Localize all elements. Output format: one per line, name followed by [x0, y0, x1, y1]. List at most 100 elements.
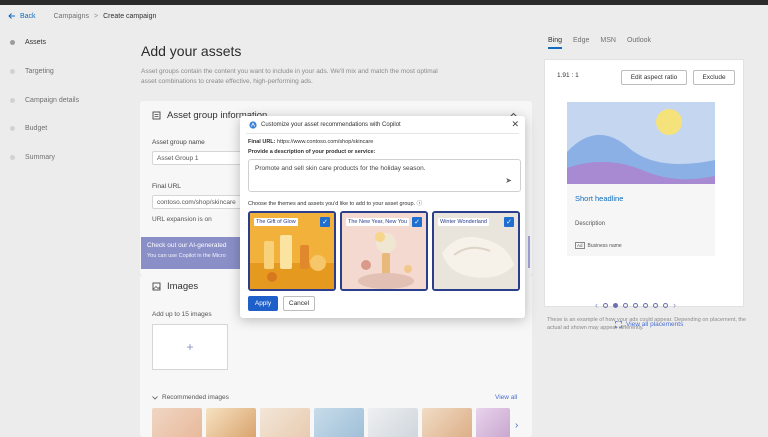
tab-edge[interactable]: Edge [573, 37, 589, 49]
ai-banner[interactable]: Check out our AI-generated You can use C… [141, 237, 241, 269]
recommended-image[interactable] [476, 408, 510, 437]
ad-preview-panel: Bing Edge MSN Outlook 1.91 : 1 Edit aspe… [540, 27, 750, 437]
step-dot [10, 155, 15, 160]
back-link[interactable]: Back [8, 12, 36, 20]
theme-label: The New Year, New You [346, 218, 410, 226]
pager-dot[interactable] [623, 302, 628, 308]
step-label: Campaign details [25, 97, 80, 104]
preview-pager: ‹ › [595, 300, 676, 310]
step-campaign-details[interactable]: Campaign details [10, 97, 79, 104]
images-title: Images [167, 281, 199, 292]
copilot-icon [249, 121, 257, 129]
view-all-images-link[interactable]: View all [495, 394, 517, 401]
info-icon[interactable]: ⓘ [417, 201, 423, 207]
edit-aspect-ratio-button[interactable]: Edit aspect ratio [621, 70, 687, 85]
images-hint: Add up to 15 images [152, 311, 212, 318]
recommended-image[interactable] [314, 408, 364, 437]
tab-bing[interactable]: Bing [548, 37, 563, 49]
exclude-button[interactable]: Exclude [693, 70, 735, 85]
final-url-label: Final URL [152, 183, 181, 190]
recommended-images-toggle[interactable]: Recommended images [152, 394, 229, 401]
step-targeting[interactable]: Targeting [10, 68, 54, 75]
image-icon [152, 282, 161, 291]
url-expansion-status: URL expansion is on [152, 216, 212, 223]
pager-dot[interactable] [603, 302, 608, 308]
step-dot [10, 69, 15, 74]
recommended-image[interactable] [152, 408, 202, 437]
theme-card-winter-wonderland[interactable]: Winter Wonderland ✓ [432, 211, 520, 291]
add-image-button[interactable]: + [152, 324, 228, 370]
copilot-dialog: Customize your asset recommendations wit… [240, 116, 525, 318]
cancel-button[interactable]: Cancel [283, 296, 315, 311]
preview-tabs: Bing Edge MSN Outlook [548, 37, 651, 49]
checkbox-checked-icon[interactable]: ✓ [504, 217, 514, 227]
checkbox-checked-icon[interactable]: ✓ [320, 217, 330, 227]
themes-prompt: Choose the themes and assets you'd like … [248, 199, 422, 207]
thumbs-next-chevron-icon[interactable]: › [515, 420, 518, 431]
final-url-value: https://www.contoso.com/shop/skincare [277, 139, 374, 145]
ad-hero-image [567, 102, 715, 184]
tab-outlook[interactable]: Outlook [627, 37, 651, 49]
step-summary[interactable]: Summary [10, 154, 55, 161]
breadcrumb-current: Create campaign [103, 12, 157, 20]
dialog-header: Customize your asset recommendations wit… [249, 121, 401, 129]
tab-msn[interactable]: MSN [600, 37, 616, 49]
recommended-image[interactable] [422, 408, 472, 437]
preview-disclaimer: These is an example of how your ads coul… [547, 317, 747, 331]
ai-banner-title: Check out our AI-generated [147, 242, 227, 249]
pager-next-icon[interactable]: › [673, 300, 676, 310]
back-label: Back [20, 12, 36, 20]
dialog-divider [246, 133, 519, 134]
ai-banner-subtitle: You can use Copilot in the Micro [147, 253, 226, 259]
pager-dot[interactable] [663, 302, 668, 308]
recommended-images-label: Recommended images [162, 394, 229, 401]
theme-card-gift-of-glow[interactable]: The Gift of Glow ✓ [248, 211, 336, 291]
step-label: Targeting [25, 68, 54, 75]
dialog-title: Customize your asset recommendations wit… [261, 122, 401, 128]
breadcrumb-campaigns[interactable]: Campaigns [54, 13, 89, 20]
description-value: Promote and sell skin care products for … [255, 165, 426, 172]
pager-prev-icon[interactable]: ‹ [595, 300, 598, 310]
pager-dots [603, 302, 668, 308]
aspect-ratio-label: 1.91 : 1 [557, 72, 579, 79]
chevron-down-icon [152, 395, 158, 400]
theme-card-new-year-new-you[interactable]: The New Year, New You ✓ [340, 211, 428, 291]
asset-group-name-label: Asset group name [152, 139, 205, 146]
asset-group-name-input[interactable]: Asset Group 1 [152, 151, 242, 165]
ad-preview-card: 1.91 : 1 Edit aspect ratio Exclude Short… [544, 59, 744, 328]
placeholder-landscape-icon [567, 102, 715, 184]
send-icon[interactable]: ➤ [505, 176, 512, 185]
final-url-input[interactable]: contoso.com/shop/skincare [152, 195, 242, 209]
step-label: Summary [25, 154, 55, 161]
ad-business-line: Ad Business name [575, 242, 622, 249]
recommended-image[interactable] [260, 408, 310, 437]
checkbox-checked-icon[interactable]: ✓ [412, 217, 422, 227]
ad-badge: Ad [575, 242, 585, 249]
pager-dot[interactable] [613, 302, 618, 308]
wizard-steps: Assets Targeting Campaign details Budget… [0, 27, 118, 437]
step-dot [10, 126, 15, 131]
ad-short-headline: Short headline [575, 194, 624, 203]
description-textarea[interactable]: Promote and sell skin care products for … [248, 159, 521, 192]
pager-dot[interactable] [653, 302, 658, 308]
recommended-image[interactable] [206, 408, 256, 437]
dialog-final-url: Final URL: https://www.contoso.com/shop/… [248, 139, 373, 145]
apply-button[interactable]: Apply [248, 296, 278, 311]
plus-icon: + [186, 340, 194, 354]
dialog-scrollbar[interactable] [528, 236, 530, 268]
close-icon[interactable]: ✕ [511, 119, 519, 130]
recommended-image[interactable] [368, 408, 418, 437]
themes-prompt-text: Choose the themes and assets you'd like … [248, 201, 416, 207]
images-header: Images [152, 281, 198, 292]
ad-text-block: Short headline Description Ad Business n… [567, 184, 715, 256]
pager-dot[interactable] [633, 302, 638, 308]
theme-label: Winter Wonderland [438, 218, 489, 226]
step-budget[interactable]: Budget [10, 125, 47, 132]
theme-label: The Gift of Glow [254, 218, 298, 226]
step-dot [10, 98, 15, 103]
description-prompt: Provide a description of your product or… [248, 149, 376, 155]
step-assets[interactable]: Assets [10, 39, 46, 46]
pager-dot[interactable] [643, 302, 648, 308]
step-label: Budget [25, 125, 48, 132]
arrow-left-icon [8, 13, 15, 19]
